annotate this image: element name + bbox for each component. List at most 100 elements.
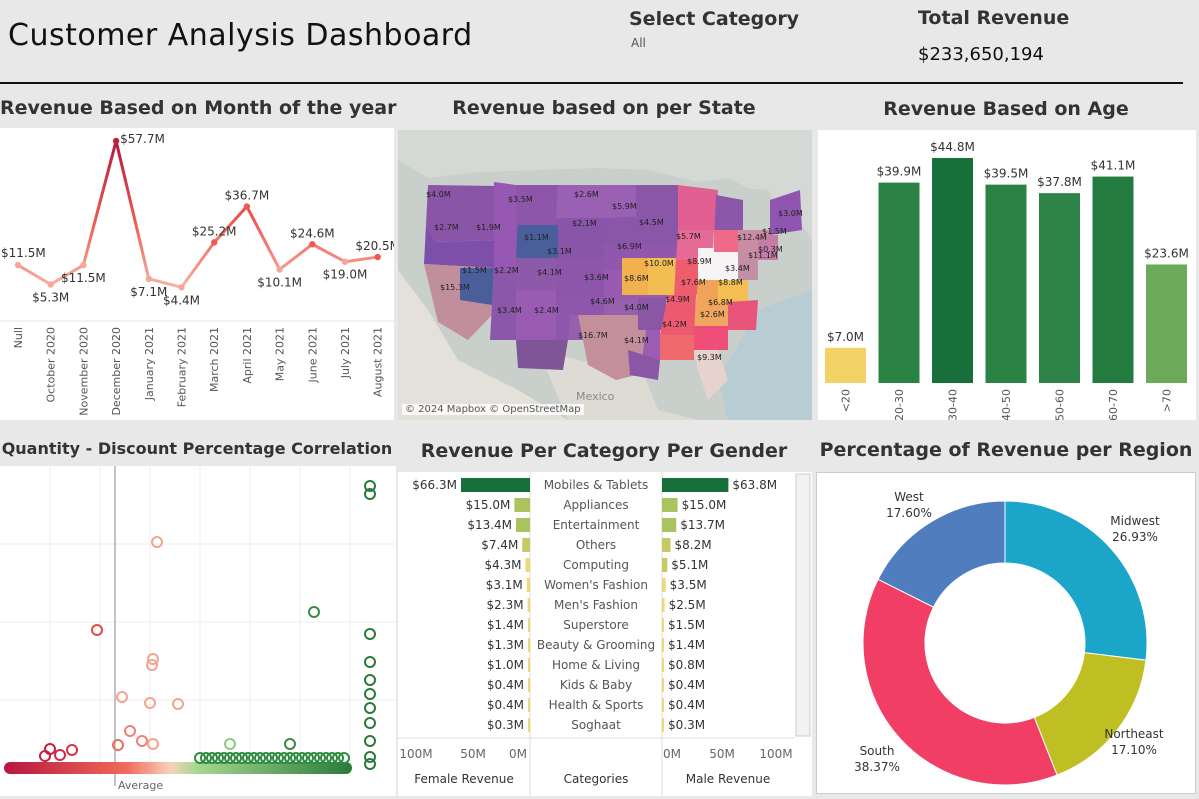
month-data-label: $36.7M [225, 189, 270, 203]
male-data-label: $3.5M [670, 578, 707, 592]
region-percent-label: 38.37% [854, 760, 900, 774]
female-revenue-bar [528, 718, 530, 732]
month-tick-label: February 2021 [176, 327, 189, 407]
female-revenue-bar [527, 598, 530, 612]
female-revenue-bar [528, 698, 530, 712]
female-axis-tick: 50M [460, 747, 486, 761]
age-tick-label: >70 [1161, 389, 1174, 412]
male-data-label: $13.7M [680, 518, 725, 532]
age-tick-label: 60-70 [1107, 389, 1120, 420]
map-state-label: $4.6M [590, 297, 615, 306]
month-point [14, 261, 22, 269]
male-revenue-bar [662, 618, 664, 632]
age-tick-label: 50-60 [1054, 389, 1067, 420]
category-label: Home & Living [552, 658, 640, 672]
age-bar [1146, 264, 1187, 383]
female-data-label: $1.0M [487, 658, 524, 672]
male-axis-tick: 0M [663, 747, 681, 761]
age-chart-panel[interactable]: $7.0M <20 $39.9M 20-30 $44.8M 30-40 $39.5M 40-5… [818, 130, 1196, 420]
age-tick-label: 20-30 [893, 389, 906, 420]
age-data-label: $39.9M [877, 165, 922, 179]
month-point [374, 253, 381, 261]
region-chart-panel[interactable]: Midwest 26.93% Northeast 17.10% South 38.37% W… [816, 472, 1196, 794]
month-chart-panel[interactable]: $11.5M $5.3M $11.5M $57.7M $7.1M $4.4M $25.2M $… [0, 128, 394, 420]
month-data-label: $19.0M [323, 268, 368, 282]
region-percent-label: 17.60% [886, 506, 932, 520]
average-line-label: Average [118, 779, 164, 792]
category-gender-panel[interactable]: $66.3M $63.8M Mobiles & Tablets $15.0M $15.0… [398, 472, 812, 796]
age-bar-chart[interactable]: $7.0M <20 $39.9M 20-30 $44.8M 30-40 $39.5M 40-5… [818, 130, 1196, 420]
female-data-label: $0.3M [487, 718, 524, 732]
age-tick-label: <20 [840, 389, 853, 412]
state-map-title: Revenue based on per State [452, 97, 756, 119]
category-label: Kids & Baby [560, 678, 632, 692]
month-data-label: $25.2M [192, 224, 237, 238]
scatter-point [151, 536, 163, 548]
category-label: Men's Fashion [554, 598, 638, 612]
female-data-label: $2.3M [487, 598, 524, 612]
female-data-label: $0.4M [487, 678, 524, 692]
category-label: Others [576, 538, 616, 552]
scatter-point [364, 702, 376, 714]
month-point [178, 284, 185, 291]
category-gender-chart[interactable]: $66.3M $63.8M Mobiles & Tablets $15.0M $15.0… [398, 472, 812, 796]
month-tick-label: June 2021 [306, 327, 319, 383]
month-point [309, 241, 316, 248]
female-revenue-bar [526, 578, 530, 592]
age-bar [1092, 176, 1134, 383]
map-state-label: $1.1M [524, 233, 549, 242]
male-revenue-bar [662, 538, 671, 552]
category-label: Mobiles & Tablets [544, 478, 649, 492]
female-data-label: $4.3M [484, 558, 521, 572]
month-data-label: $11.5M [61, 271, 106, 285]
month-data-label: $7.1M [130, 285, 167, 299]
month-point [112, 137, 120, 145]
map-state-label: $8.9M [687, 257, 712, 266]
region-donut-chart[interactable]: Midwest 26.93% Northeast 17.10% South 38.37% W… [817, 473, 1196, 794]
category-filter-dropdown[interactable]: All [631, 36, 646, 50]
female-data-label: $66.3M [412, 478, 457, 492]
month-tick-label: March 2021 [208, 327, 221, 392]
map-state-label: $2.6M [574, 190, 599, 199]
male-data-label: $5.1M [671, 558, 708, 572]
map-state-label: $2.7M [434, 223, 459, 232]
map-state-label: $8.8M [718, 278, 743, 287]
quantity-discount-scatter[interactable] [0, 466, 396, 796]
header-divider [0, 82, 1183, 84]
map-state-label: $3.4M [725, 264, 750, 273]
male-revenue-bar [662, 658, 664, 672]
age-bar [932, 158, 973, 383]
age-data-label: $23.6M [1144, 246, 1189, 260]
age-data-label: $44.8M [930, 140, 975, 154]
quantity-chart-panel[interactable]: Average [0, 466, 396, 796]
female-revenue-bar [514, 498, 530, 512]
male-revenue-bar [662, 718, 664, 732]
male-revenue-bar [662, 518, 677, 532]
category-axis-title: Categories [564, 772, 629, 786]
state-map-panel[interactable]: $4.0M $3.5M $2.6M $5.9M $2.7M $1.9M $1.1M $2.1M… [398, 130, 812, 420]
map-state-labels: $4.0M $3.5M $2.6M $5.9M $2.7M $1.9M $1.1M $2.1M… [398, 130, 812, 420]
male-data-label: $0.4M [668, 678, 705, 692]
age-tick-label: 40-50 [1000, 389, 1013, 420]
map-attribution[interactable]: © 2024 Mapbox © OpenStreetMap [402, 404, 584, 415]
age-tick-label: 30-40 [947, 389, 960, 420]
category-gender-title: Revenue Per Category Per Gender [420, 440, 788, 462]
cg-scrollbar[interactable] [795, 473, 811, 737]
dashboard-title: Customer Analysis Dashboard [8, 18, 473, 53]
month-tick-label: April 2021 [241, 327, 254, 384]
category-label: Soghaat [571, 718, 621, 732]
month-point [145, 275, 152, 283]
map-state-label: $2.4M [534, 306, 559, 315]
scatter-point [364, 758, 376, 770]
region-name-label: Midwest [1110, 514, 1160, 528]
map-state-label: $2.2M [494, 266, 519, 275]
month-chart-title: Revenue Based on Month of the year [0, 97, 397, 119]
age-bar [878, 182, 920, 383]
month-tick-label: November 2020 [77, 327, 90, 416]
map-state-label: $5.9M [612, 202, 637, 211]
map-state-label: $4.1M [624, 336, 649, 345]
map-country-label: Mexico [576, 390, 615, 403]
age-chart-title: Revenue Based on Age [883, 98, 1129, 120]
month-line-chart[interactable]: $11.5M $5.3M $11.5M $57.7M $7.1M$4.4M $25.2M $… [0, 128, 394, 420]
map-state-label: $8.6M [624, 274, 649, 283]
